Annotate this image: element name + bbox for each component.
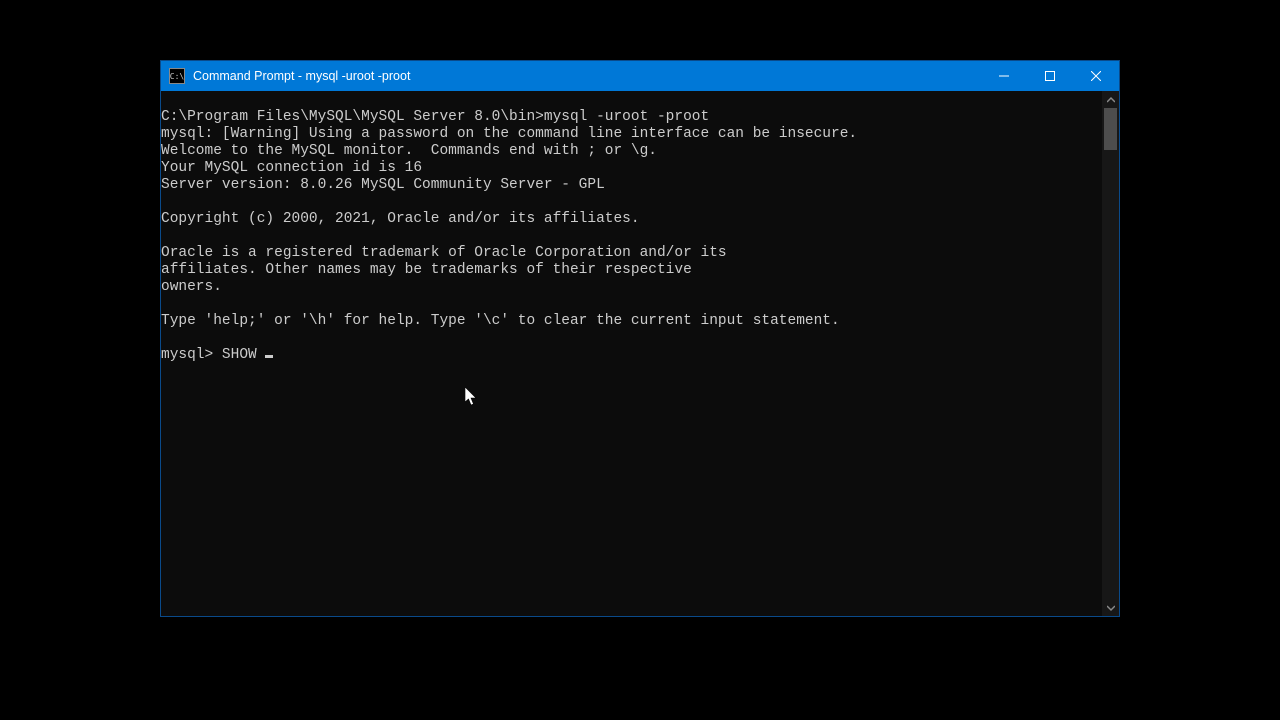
terminal-line bbox=[161, 228, 1102, 245]
terminal-prompt-line[interactable]: mysql> SHOW bbox=[161, 347, 1102, 364]
cmd-icon: C:\ bbox=[169, 68, 185, 84]
text-cursor bbox=[265, 355, 273, 358]
terminal-line: affiliates. Other names may be trademark… bbox=[161, 262, 1102, 279]
minimize-icon bbox=[999, 71, 1009, 81]
terminal-line: Your MySQL connection id is 16 bbox=[161, 160, 1102, 177]
chevron-down-icon bbox=[1107, 604, 1115, 612]
maximize-icon bbox=[1045, 71, 1055, 81]
window-title: Command Prompt - mysql -uroot -proot bbox=[193, 69, 981, 83]
terminal-line: Server version: 8.0.26 MySQL Community S… bbox=[161, 177, 1102, 194]
close-icon bbox=[1091, 71, 1101, 81]
terminal-line bbox=[161, 330, 1102, 347]
terminal-line: Oracle is a registered trademark of Orac… bbox=[161, 245, 1102, 262]
client-area: C:\Program Files\MySQL\MySQL Server 8.0\… bbox=[161, 91, 1119, 616]
terminal-output[interactable]: C:\Program Files\MySQL\MySQL Server 8.0\… bbox=[161, 91, 1102, 616]
mysql-prompt: mysql> bbox=[161, 347, 222, 363]
terminal-line: Copyright (c) 2000, 2021, Oracle and/or … bbox=[161, 211, 1102, 228]
maximize-button[interactable] bbox=[1027, 61, 1073, 91]
close-button[interactable] bbox=[1073, 61, 1119, 91]
minimize-button[interactable] bbox=[981, 61, 1027, 91]
terminal-line: Type 'help;' or '\h' for help. Type '\c'… bbox=[161, 313, 1102, 330]
terminal-line: owners. bbox=[161, 279, 1102, 296]
titlebar[interactable]: C:\ Command Prompt - mysql -uroot -proot bbox=[161, 61, 1119, 91]
scroll-up-button[interactable] bbox=[1102, 91, 1119, 108]
terminal-line: mysql: [Warning] Using a password on the… bbox=[161, 126, 1102, 143]
scroll-down-button[interactable] bbox=[1102, 599, 1119, 616]
cmd-icon-label: C:\ bbox=[170, 72, 184, 81]
command-prompt-window: C:\ Command Prompt - mysql -uroot -proot bbox=[160, 60, 1120, 617]
vertical-scrollbar[interactable] bbox=[1102, 91, 1119, 616]
scroll-thumb[interactable] bbox=[1104, 108, 1117, 150]
terminal-line: C:\Program Files\MySQL\MySQL Server 8.0\… bbox=[161, 109, 1102, 126]
terminal-input-text[interactable]: SHOW bbox=[222, 347, 266, 363]
window-controls bbox=[981, 61, 1119, 91]
terminal-line bbox=[161, 296, 1102, 313]
terminal-line: Welcome to the MySQL monitor. Commands e… bbox=[161, 143, 1102, 160]
chevron-up-icon bbox=[1107, 96, 1115, 104]
terminal-line bbox=[161, 194, 1102, 211]
